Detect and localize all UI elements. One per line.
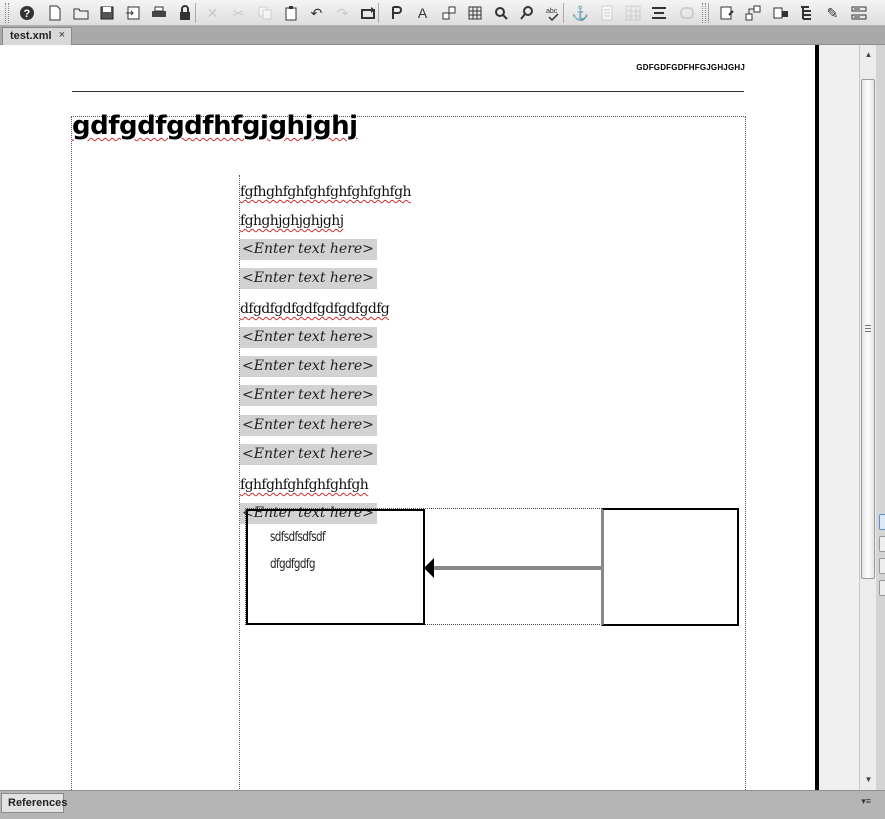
- grip-icon: [865, 325, 871, 332]
- help-icon[interactable]: ?: [16, 2, 37, 23]
- insert-table-icon[interactable]: [464, 2, 485, 23]
- svg-text:abc: abc: [546, 8, 558, 15]
- delete-icon[interactable]: ✕: [202, 2, 223, 23]
- find-icon[interactable]: [490, 2, 511, 23]
- paste-icon[interactable]: [280, 2, 301, 23]
- open-folder-icon[interactable]: [70, 2, 91, 23]
- structure-icon[interactable]: [742, 2, 763, 23]
- placeholder-paragraph[interactable]: <Enter text here>: [240, 444, 377, 465]
- diagram-arrow-head: [424, 558, 434, 578]
- document-title[interactable]: gdfgdfgdfhfgjghjghj: [72, 111, 358, 141]
- spellcheck-icon[interactable]: abc: [542, 2, 563, 23]
- diagram-box-line: dfgdfgdfg: [270, 557, 315, 572]
- scroll-down-icon[interactable]: ▼: [860, 772, 877, 788]
- attributes-icon[interactable]: [770, 2, 791, 23]
- save-icon[interactable]: [96, 2, 117, 23]
- text-paragraph[interactable]: fghfghfghfghfghfgh: [240, 474, 369, 496]
- placeholder-paragraph[interactable]: <Enter text here>: [240, 268, 377, 289]
- document-canvas[interactable]: GDFGDFGDFHFGJGHJGHJ gdfgdfgdfhfgjghjghj: [0, 45, 817, 790]
- document-tab-strip: test.xml ×: [0, 26, 885, 45]
- side-panel-toggle[interactable]: [879, 580, 885, 596]
- tree-icon[interactable]: [796, 2, 817, 23]
- header-divider: [72, 91, 744, 92]
- toolbar-separator: [563, 3, 564, 23]
- running-header: GDFGDFGDFHFGJGHJGHJ: [636, 63, 745, 72]
- scroll-up-icon[interactable]: ▲: [860, 47, 877, 63]
- placeholder-paragraph[interactable]: <Enter text here>: [240, 356, 377, 377]
- placeholder-paragraph[interactable]: <Enter text here>: [240, 239, 377, 260]
- pencil-icon[interactable]: ✎: [822, 2, 843, 23]
- import-icon[interactable]: [122, 2, 143, 23]
- main-toolbar: ? ✕ ✂ ↶ ↷ Aabc ⚓ ✎: [0, 0, 885, 26]
- diagram-arrow-line: [432, 566, 602, 570]
- tab-test-xml[interactable]: test.xml ×: [2, 27, 72, 45]
- placeholder-paragraph[interactable]: <Enter text here>: [240, 385, 377, 406]
- placeholder-paragraph[interactable]: <Enter text here>: [240, 327, 377, 348]
- zoom-icon[interactable]: [516, 2, 537, 23]
- undo-icon[interactable]: ↶: [306, 2, 327, 23]
- forward-icon[interactable]: [358, 2, 379, 23]
- side-panel-toggle[interactable]: [879, 514, 885, 530]
- lock-icon[interactable]: [174, 2, 195, 23]
- side-panel-toggle[interactable]: [879, 536, 885, 552]
- close-icon[interactable]: ×: [59, 29, 65, 41]
- cut-icon[interactable]: ✂: [228, 2, 249, 23]
- link-icon[interactable]: [676, 2, 697, 23]
- insert-text-icon[interactable]: A: [412, 2, 433, 23]
- text-paragraph[interactable]: dfgdfgdfgdfgdfgdfgdfg: [240, 298, 390, 320]
- tab-label: test.xml: [10, 30, 52, 42]
- anchor-icon[interactable]: ⚓: [570, 2, 591, 23]
- bottom-panel: References ▾≡: [0, 790, 885, 819]
- toolbar-grip[interactable]: [5, 3, 9, 23]
- vertical-scrollbar[interactable]: ▲ ▼: [859, 45, 876, 790]
- tab-references[interactable]: References: [1, 793, 67, 813]
- text-paragraph[interactable]: fghghjghjghjghj: [240, 210, 344, 232]
- insert-graphic-icon[interactable]: [438, 2, 459, 23]
- placeholder-paragraph[interactable]: <Enter text here>: [240, 415, 377, 436]
- redo-icon[interactable]: ↷: [332, 2, 353, 23]
- list-icon[interactable]: [848, 2, 869, 23]
- page-icon[interactable]: [596, 2, 617, 23]
- grid-icon[interactable]: [622, 2, 643, 23]
- print-icon[interactable]: [148, 2, 169, 23]
- scroll-thumb[interactable]: [861, 79, 875, 579]
- toolbar-grip[interactable]: [702, 3, 706, 23]
- edit-icon[interactable]: [716, 2, 737, 23]
- toolbar-separator: [195, 3, 196, 23]
- right-margin: [819, 45, 859, 790]
- side-panel-strip: [876, 45, 885, 790]
- copy-icon[interactable]: [254, 2, 275, 23]
- insert-element-icon[interactable]: [386, 2, 407, 23]
- new-document-icon[interactable]: [44, 2, 65, 23]
- toolbar-separator: [708, 3, 709, 23]
- text-paragraph[interactable]: fgfhghfghfghfghfghfghfgh: [240, 181, 411, 203]
- side-panel-toggle[interactable]: [879, 558, 885, 574]
- diagram-box-line: sdfsdfsdfsdf: [270, 530, 326, 545]
- editor-window: ? ✕ ✂ ↶ ↷ Aabc ⚓ ✎ test.xml × GDFGDFGDFHFGJGHJG…: [0, 0, 885, 819]
- svg-text:?: ?: [23, 8, 30, 20]
- align-icon[interactable]: [648, 2, 669, 23]
- panel-menu-icon[interactable]: ▾≡: [861, 796, 871, 807]
- diagram-right-box[interactable]: [601, 508, 739, 626]
